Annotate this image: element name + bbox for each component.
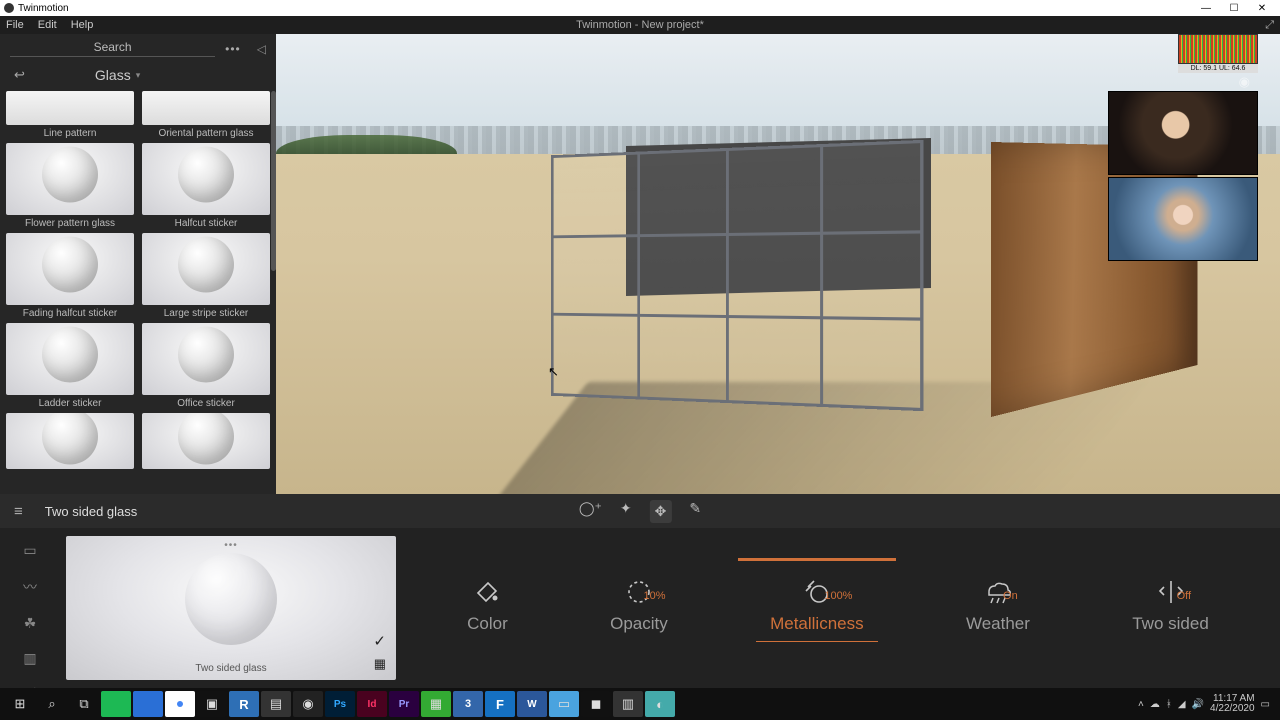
material-thumb-grid: Line pattern Oriental pattern glass Flow… xyxy=(4,91,272,469)
system-tray[interactable]: ˄ ☁ ᚼ ◢ 🔊 11:17 AM 4/22/2020 ▭ xyxy=(1138,694,1276,715)
material-preview[interactable]: ••• Two sided glass ✓ ▦ xyxy=(66,536,396,680)
tray-clock[interactable]: 11:17 AM 4/22/2020 xyxy=(1210,694,1255,715)
cursor-icon: ↖ xyxy=(548,364,559,380)
taskbar-app-indesign[interactable]: Id xyxy=(357,691,387,717)
library-sidebar: Search ••• ◁ ↩ Glass ▾ Line pattern Orie… xyxy=(0,34,276,494)
tray-notifications-icon[interactable]: ▭ xyxy=(1261,699,1270,710)
preview-grid-icon[interactable]: ▦ xyxy=(374,656,386,672)
attr-opacity[interactable]: 10% Opacity xyxy=(610,576,668,634)
apply-check-icon[interactable]: ✓ xyxy=(373,632,386,650)
taskbar-app-premiere[interactable]: Pr xyxy=(389,691,419,717)
search-input[interactable]: Search xyxy=(10,40,215,57)
more-options-icon[interactable]: ••• xyxy=(225,42,241,56)
attr-two-sided[interactable]: Off Two sided xyxy=(1132,576,1209,634)
tray-volume-icon[interactable]: 🔊 xyxy=(1192,699,1204,710)
visibility-icon[interactable]: ◉ xyxy=(1239,74,1250,90)
left-tool-rail: ▭ 〰 ☘ ▥ ⇲ xyxy=(0,528,60,688)
search-placeholder: Search xyxy=(94,40,132,54)
two-sided-value: Off xyxy=(1177,590,1191,602)
selected-material-name: Two sided glass xyxy=(45,504,138,519)
minimize-button[interactable]: — xyxy=(1192,3,1220,14)
attr-weather[interactable]: On Weather xyxy=(966,576,1030,634)
material-thumb[interactable]: Fading halfcut sticker xyxy=(4,233,136,319)
dock-bar: ≡ Two sided glass ◯⁺ ✦ ✥ ✎ xyxy=(0,494,1280,528)
properties-panel: ▭ 〰 ☘ ▥ ⇲ ••• Two sided glass ✓ ▦ Color … xyxy=(0,528,1280,688)
taskbar-app-generic4[interactable]: ◐ xyxy=(645,691,675,717)
attr-color[interactable]: Color xyxy=(467,576,508,634)
app-icon xyxy=(4,3,14,13)
3d-viewport[interactable]: ↖ DL: 59.1 UL: 64.6 ◉ xyxy=(276,34,1280,494)
menu-edit[interactable]: Edit xyxy=(38,19,57,31)
tray-chevron-icon[interactable]: ˄ xyxy=(1138,699,1144,710)
weather-value: On xyxy=(1003,590,1018,602)
taskbar-app-camtasia[interactable]: ▦ xyxy=(421,691,451,717)
tab-leaf-icon[interactable]: ☘ xyxy=(24,615,37,632)
menu-bar: File Edit Help Twinmotion - New project*… xyxy=(0,16,1280,34)
viewport-toolbar: ◯⁺ ✦ ✥ ✎ xyxy=(579,500,701,523)
tab-cube-icon[interactable]: ▭ xyxy=(23,542,36,559)
opacity-value: 10% xyxy=(644,590,666,602)
maximize-button[interactable]: ☐ xyxy=(1220,3,1248,14)
material-thumb[interactable]: Halfcut sticker xyxy=(140,143,272,229)
preview-handle-icon[interactable]: ••• xyxy=(224,540,238,551)
tool-select-icon[interactable]: ◯⁺ xyxy=(579,500,602,523)
preview-label: Two sided glass xyxy=(195,663,266,674)
category-dropdown[interactable]: Glass ▾ xyxy=(95,67,140,83)
taskbar-app-fusion[interactable]: F xyxy=(485,691,515,717)
taskbar-app-revit[interactable]: R xyxy=(229,691,259,717)
tool-eyedropper-icon[interactable]: ✎ xyxy=(689,500,701,523)
taskbar-app-generic1[interactable]: ▤ xyxy=(261,691,291,717)
tray-bluetooth-icon[interactable]: ᚼ xyxy=(1166,699,1172,710)
performance-readout: DL: 59.1 UL: 64.6 xyxy=(1178,64,1258,73)
windows-taskbar: ⊞ ⌕ ⧉ ▣ R ▤ ◉ Ps Id Pr ▦ 3 F W ▭ ◼ ▥ ◐ ˄… xyxy=(0,688,1280,720)
expand-icon[interactable]: ⤢ xyxy=(1265,19,1274,32)
taskbar-app-generic3[interactable]: ▥ xyxy=(613,691,643,717)
taskbar-search-icon[interactable]: ⌕ xyxy=(37,691,67,717)
task-view-icon[interactable]: ⧉ xyxy=(69,691,99,717)
tab-terrain-icon[interactable]: 〰 xyxy=(23,577,37,597)
metallicness-value: 100% xyxy=(824,590,852,602)
taskbar-app-chrome[interactable] xyxy=(165,691,195,717)
taskbar-app-word[interactable]: W xyxy=(517,691,547,717)
menu-file[interactable]: File xyxy=(6,19,24,31)
app-name: Twinmotion xyxy=(18,3,69,14)
material-thumb[interactable] xyxy=(4,413,136,469)
dock-menu-icon[interactable]: ≡ xyxy=(14,503,23,520)
material-thumb[interactable]: Flower pattern glass xyxy=(4,143,136,229)
paint-bucket-icon xyxy=(471,576,503,608)
webcam-feed-1 xyxy=(1108,91,1258,175)
taskbar-app-photoshop[interactable]: Ps xyxy=(325,691,355,717)
taskbar-app-spotify[interactable] xyxy=(101,691,131,717)
os-titlebar: Twinmotion — ☐ ✕ xyxy=(0,0,1280,16)
menu-help[interactable]: Help xyxy=(71,19,94,31)
close-button[interactable]: ✕ xyxy=(1248,3,1276,14)
attr-metallicness[interactable]: 100% Metallicness xyxy=(770,576,864,634)
material-thumb[interactable]: Large stripe sticker xyxy=(140,233,272,319)
collapse-sidebar-icon[interactable]: ◁ xyxy=(257,42,266,56)
scene-object-box[interactable] xyxy=(531,142,1091,452)
start-button[interactable]: ⊞ xyxy=(5,691,35,717)
category-label: Glass xyxy=(95,67,131,83)
breadcrumb-back-icon[interactable]: ↩ xyxy=(14,67,25,83)
chevron-down-icon: ▾ xyxy=(136,70,141,81)
tool-move-icon[interactable]: ✥ xyxy=(650,500,672,523)
taskbar-app-obs[interactable]: ◉ xyxy=(293,691,323,717)
taskbar-app-zoom[interactable]: ▭ xyxy=(549,691,579,717)
material-thumb[interactable]: Oriental pattern glass xyxy=(140,91,272,139)
material-thumb[interactable]: Ladder sticker xyxy=(4,323,136,409)
material-thumb[interactable]: Office sticker xyxy=(140,323,272,409)
webcam-feed-2 xyxy=(1108,177,1258,261)
tray-cloud-icon[interactable]: ☁ xyxy=(1150,699,1160,710)
material-thumb[interactable]: Line pattern xyxy=(4,91,136,139)
document-title: Twinmotion - New project* xyxy=(576,19,704,31)
tab-media-icon[interactable]: ▥ xyxy=(23,650,36,667)
taskbar-app-terminal[interactable]: ▣ xyxy=(197,691,227,717)
tool-brush-icon[interactable]: ✦ xyxy=(620,500,632,523)
taskbar-app-explorer[interactable] xyxy=(133,691,163,717)
material-thumb[interactable] xyxy=(140,413,272,469)
performance-overlay: DL: 59.1 UL: 64.6 xyxy=(1178,34,1258,73)
tray-wifi-icon[interactable]: ◢ xyxy=(1178,699,1186,710)
taskbar-app-generic2[interactable]: ◼ xyxy=(581,691,611,717)
taskbar-app-3dsmax[interactable]: 3 xyxy=(453,691,483,717)
